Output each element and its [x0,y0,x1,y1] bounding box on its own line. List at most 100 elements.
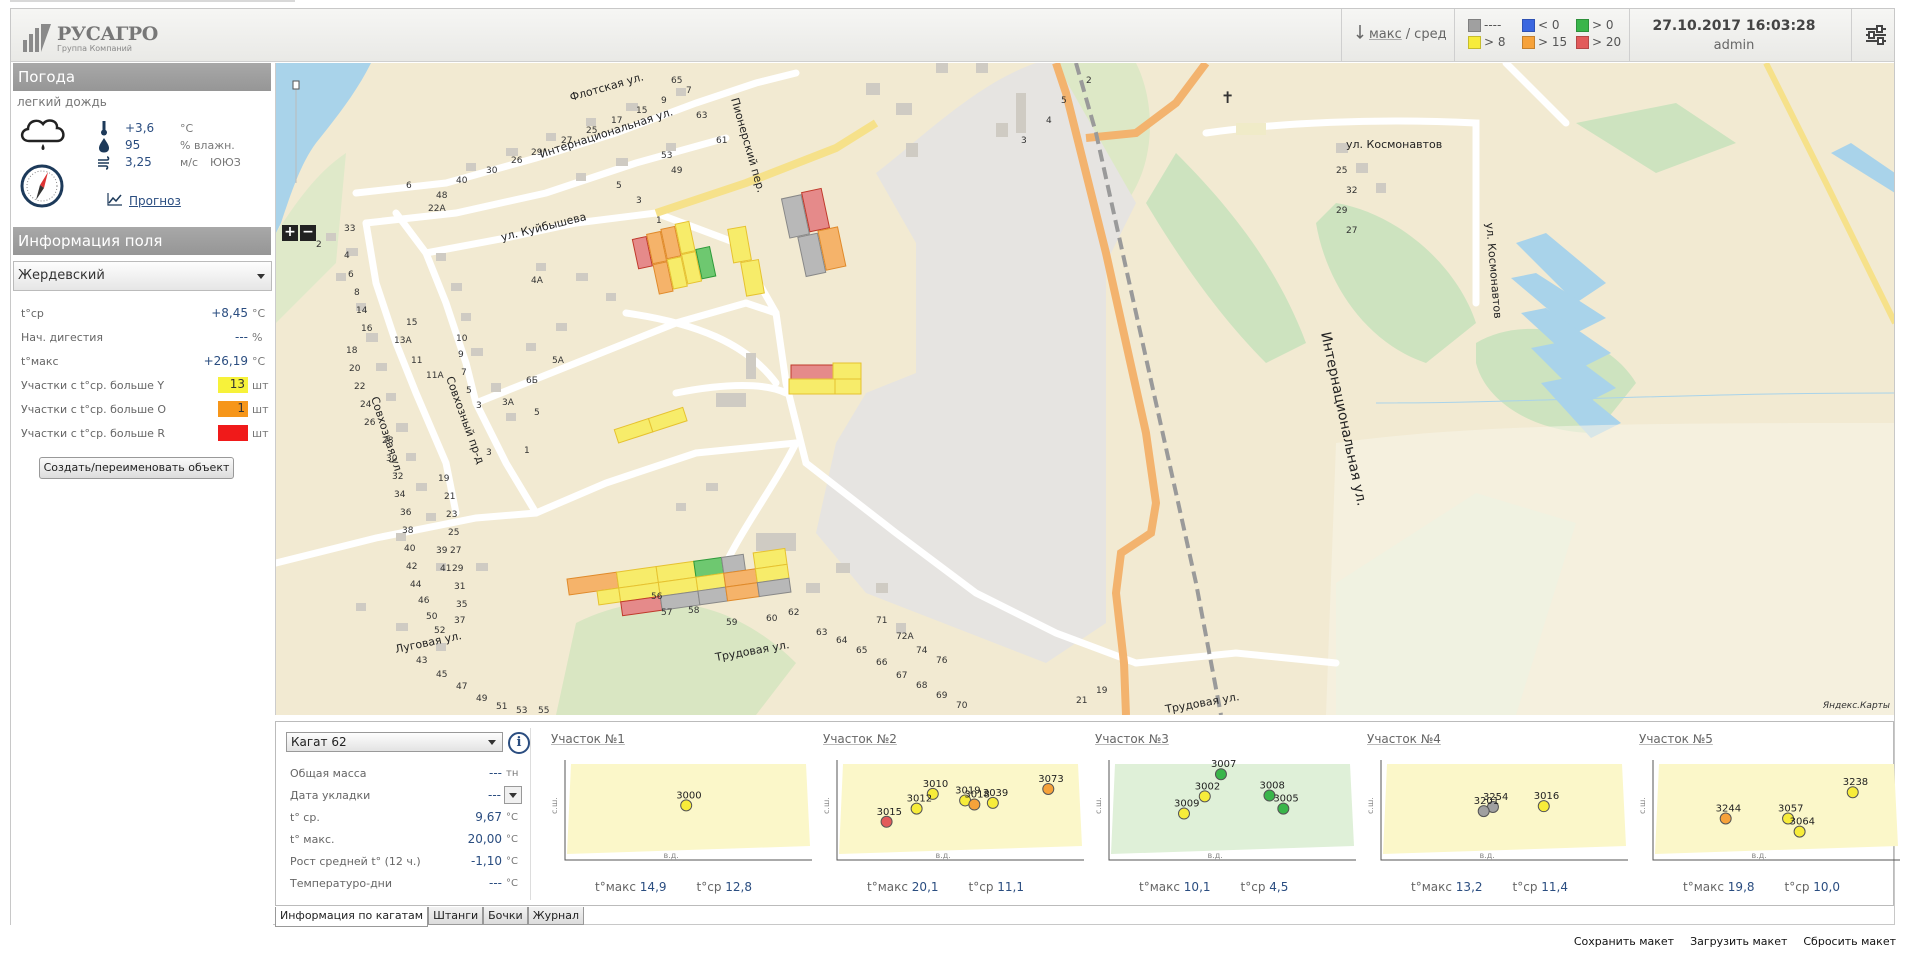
svg-text:34: 34 [394,490,406,500]
svg-text:57: 57 [661,608,672,618]
reset-layout-link[interactable]: Сбросить макет [1803,935,1896,948]
kagat-point[interactable] [986,796,999,809]
save-layout-link[interactable]: Сохранить макет [1574,935,1674,948]
kagat-point[interactable] [680,799,693,812]
section-name[interactable]: Участок №4 [1367,732,1632,746]
settings-sliders-icon[interactable] [1863,22,1889,48]
svg-text:72А: 72А [896,632,914,642]
svg-text:13А: 13А [394,336,412,346]
section-tavg: t°ср 12,8 [696,880,752,894]
zoom-handle[interactable] [292,80,300,90]
header-separator [1341,9,1342,62]
wind-unit: м/с [180,155,199,169]
kagat-point[interactable] [968,798,981,811]
zoom-in-button[interactable]: + [282,225,298,241]
svg-text:6Б: 6Б [526,376,538,386]
forecast-label[interactable]: Прогноз [129,194,181,208]
section-name[interactable]: Участок №5 [1639,732,1904,746]
date-dropdown[interactable] [504,786,522,804]
kagat-point[interactable] [1846,786,1859,799]
bottom-tabs: Информация по кагатам Штанги Бочки Журна… [275,907,585,927]
thermometer-icon [97,120,111,136]
kagat-cell[interactable] [727,225,752,264]
wind-icon [97,154,111,170]
kagat-row: Общая масса --- тн [290,766,519,780]
svg-text:24: 24 [360,400,372,410]
map-view[interactable]: ✝ Флотская ул. Интернациональная ул. ул.… [275,63,1894,715]
kagat-point-label: 3015 [877,807,902,818]
svg-text:4А: 4А [531,276,544,286]
create-rename-button[interactable]: Создать/переименовать объект [39,457,234,479]
avg-toggle[interactable]: сред [1414,27,1446,42]
kagat-point[interactable] [1719,812,1732,825]
svg-text:4: 4 [1046,116,1052,126]
svg-text:27: 27 [561,136,572,146]
count-badge: 13 [218,377,248,393]
load-layout-link[interactable]: Загрузить макет [1690,935,1787,948]
kagat-point[interactable] [1177,807,1190,820]
kagat-cell[interactable] [788,378,836,395]
kagat-point-label: 3002 [1195,781,1220,792]
tab-barrels[interactable]: Бочки [483,907,528,925]
church-icon: ✝ [1221,88,1234,107]
section-name[interactable]: Участок №3 [1095,732,1360,746]
kagat-cell[interactable] [832,362,862,380]
svg-text:59: 59 [726,618,738,628]
svg-text:1: 1 [656,216,662,226]
section-name[interactable]: Участок №1 [551,732,816,746]
kagat-point-label: 3238 [1843,777,1868,788]
legend-swatch [1522,18,1535,32]
kagat-cell[interactable] [790,364,834,380]
svg-text:29: 29 [452,564,464,574]
kagat-point-label: 3201 [1474,796,1499,807]
main-road [654,119,879,217]
kagat-point[interactable] [1477,805,1490,818]
axis-y-label: с.ш. [1639,797,1647,814]
legend-item: > 20 [1576,35,1630,49]
svg-text:17: 17 [611,116,622,126]
tab-rods[interactable]: Штанги [428,907,484,925]
stream [1375,392,1894,404]
zoom-out-button[interactable]: − [300,225,316,241]
count-row-orange: Участки с t°ср. больше O 1 шт [21,401,269,417]
section-name[interactable]: Участок №2 [823,732,1088,746]
kagat-point[interactable] [880,815,893,828]
kagat-point[interactable] [1042,782,1055,795]
kagat-point[interactable] [1198,790,1211,803]
street-label: Интернациональная ул. [538,105,675,160]
max-avg-toggle[interactable]: макс / сред [1355,24,1447,44]
kagat-point-label: 3010 [923,779,948,790]
max-toggle[interactable]: макс [1369,27,1402,42]
legend-swatch [1522,35,1535,49]
forecast-link[interactable]: Прогноз [107,192,181,209]
kagat-cell[interactable] [834,378,862,395]
kagat-cell[interactable] [740,258,765,297]
svg-text:7: 7 [461,368,467,378]
svg-text:28: 28 [382,436,394,446]
street-label: Луговая ул. [394,629,463,656]
kagat-point[interactable] [1537,800,1550,813]
kagat-select[interactable]: Кагат 62 [286,732,503,752]
stat-row: t°ср +8,45 °C [21,306,266,320]
kagat-cell[interactable] [647,406,688,433]
kagat-cell[interactable] [613,417,654,444]
svg-text:56: 56 [651,592,663,602]
kagat-cell[interactable] [596,587,622,606]
kagat-point[interactable] [1277,802,1290,815]
tab-kagat-info[interactable]: Информация по кагатам [275,907,429,927]
tab-journal[interactable]: Журнал [527,907,585,925]
kagat-point[interactable] [910,802,923,815]
svg-text:48: 48 [436,191,448,201]
svg-text:76: 76 [936,656,948,666]
street-label: ул. Куйбышева [500,210,588,244]
kagat-row: Рост средней t° (12 ч.) -1,10 °C [290,854,518,868]
section-block: Участок №2 с.ш. в.д. 3010 3012 3015 3019 3018 30… [823,732,1088,902]
count-row-red: Участки с t°ср. больше R 0 шт [21,425,269,441]
svg-text:65: 65 [856,646,867,656]
section-summary: t°макс 14,9 t°ср 12,8 [595,880,752,894]
kagat-point[interactable] [1214,768,1227,781]
section-tmax: t°макс 14,9 [595,880,667,894]
kagat-point[interactable] [1793,825,1806,838]
info-icon[interactable]: i [508,732,530,754]
field-select[interactable]: Жердевский [13,261,272,291]
